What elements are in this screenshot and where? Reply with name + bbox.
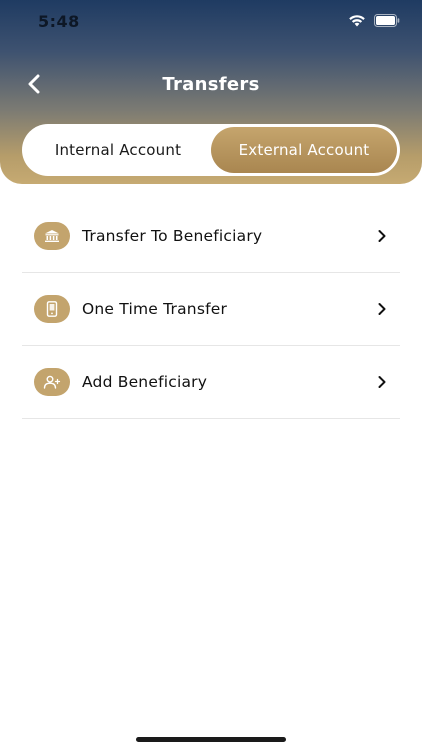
tab-internal-account[interactable]: Internal Account (25, 127, 211, 173)
page-title: Transfers (162, 74, 260, 95)
menu-item-transfer-to-beneficiary[interactable]: Transfer To Beneficiary (22, 200, 400, 273)
screen: 5:48 Transfers Internal Account External… (0, 0, 422, 750)
menu-item-add-beneficiary[interactable]: Add Beneficiary (22, 346, 400, 419)
transfer-menu-list: Transfer To Beneficiary One Time Transfe… (22, 200, 400, 419)
chevron-right-icon (374, 228, 390, 244)
menu-item-one-time-transfer[interactable]: One Time Transfer (22, 273, 400, 346)
menu-item-label: Transfer To Beneficiary (82, 227, 263, 245)
battery-icon (374, 14, 400, 27)
account-type-segment: Internal Account External Account (22, 124, 400, 176)
wifi-icon (348, 14, 366, 27)
status-icons (348, 14, 400, 27)
header: 5:48 Transfers Internal Account External… (0, 0, 422, 184)
phone-icon (34, 295, 70, 323)
menu-item-label: Add Beneficiary (82, 373, 208, 391)
bank-icon (34, 222, 70, 250)
menu-item-label: One Time Transfer (82, 300, 228, 318)
chevron-right-icon (374, 374, 390, 390)
tab-external-account[interactable]: External Account (211, 127, 397, 173)
home-indicator[interactable] (136, 737, 286, 742)
chevron-right-icon (374, 301, 390, 317)
status-time: 5:48 (38, 12, 80, 31)
add-user-icon (34, 368, 70, 396)
